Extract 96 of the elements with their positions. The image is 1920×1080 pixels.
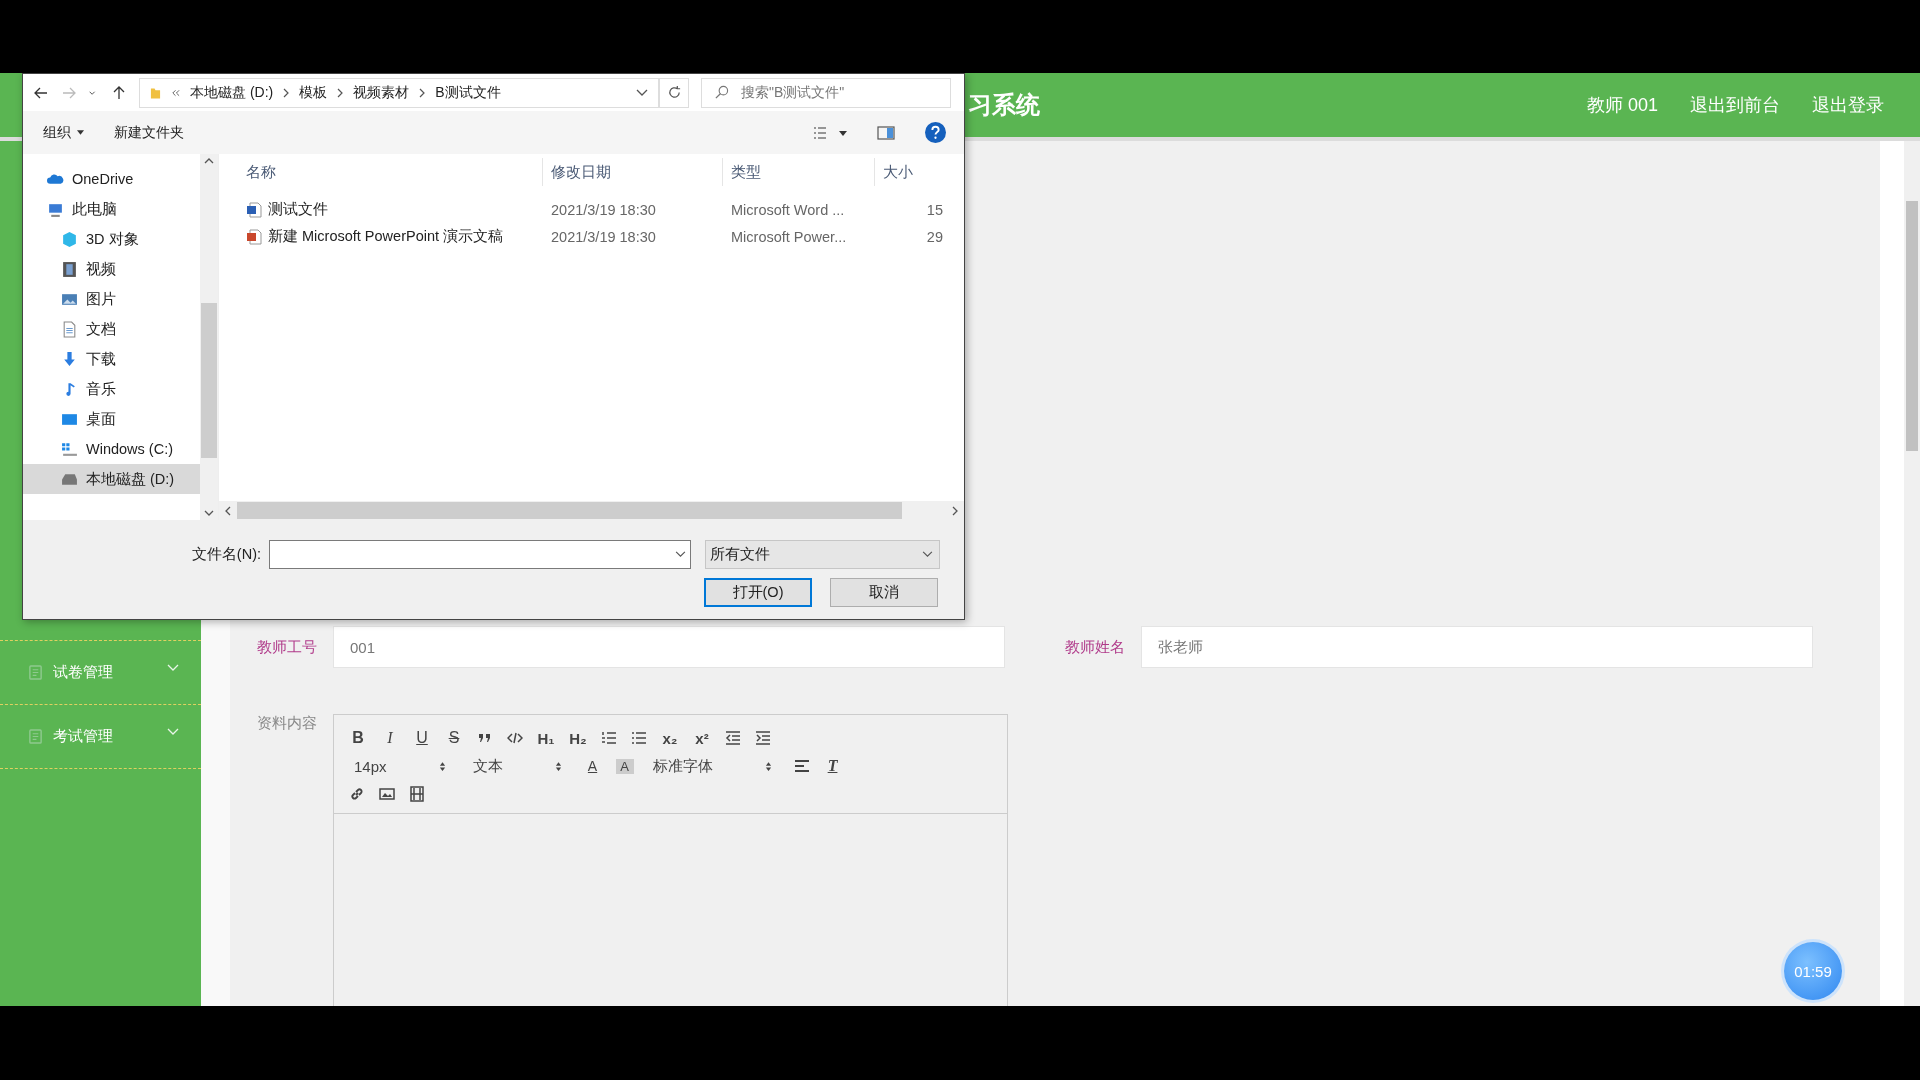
chevron-right-icon	[337, 87, 344, 98]
outdent-icon[interactable]	[725, 730, 741, 746]
column-header[interactable]: 大小	[875, 158, 947, 186]
document-icon	[61, 320, 78, 338]
document-icon	[246, 228, 262, 245]
sort-arrows-icon	[554, 760, 562, 772]
breadcrumb-item[interactable]: 视频素材	[353, 83, 410, 102]
chevron-right-icon	[283, 87, 290, 98]
tree-item[interactable]: 3D 对象	[23, 224, 200, 254]
file-name-field[interactable]	[269, 540, 691, 569]
document-icon	[28, 665, 43, 680]
tree-item[interactable]: 此电脑	[23, 194, 200, 224]
scrollbar[interactable]	[219, 501, 964, 520]
tree-item[interactable]: 文档	[23, 314, 200, 344]
input-field[interactable]: 张老师	[1141, 626, 1813, 668]
drive-icon	[61, 440, 78, 458]
address-bar[interactable]: 本地磁盘 (D:) 模板 视频素材 B测试文件	[139, 77, 659, 108]
scrollbar[interactable]	[1880, 141, 1920, 1006]
toolbar-button[interactable]: 新建文件夹	[114, 123, 184, 142]
double-chevron-icon	[171, 88, 180, 97]
refresh-icon	[666, 85, 682, 100]
breadcrumb-item[interactable]: B测试文件	[435, 83, 501, 102]
chevron-down-icon	[922, 551, 933, 558]
tree-item[interactable]: 图片	[23, 284, 200, 314]
dialog-button[interactable]: 打开(O)	[704, 578, 812, 607]
link-icon[interactable]	[349, 786, 365, 802]
tree-item[interactable]: 桌面	[23, 404, 200, 434]
chevron-icon	[167, 663, 179, 672]
document-icon	[28, 729, 43, 744]
dropdown-select[interactable]: 文本	[467, 756, 570, 776]
app-title: 习系统	[968, 90, 1040, 120]
scroll-left-icon[interactable]	[225, 505, 231, 516]
indent-icon[interactable]	[755, 730, 771, 746]
chevron-down-icon[interactable]	[636, 88, 648, 97]
scroll-up-icon[interactable]	[204, 158, 214, 164]
tree-item[interactable]: 本地磁盘 (D:)	[23, 464, 200, 494]
document-icon	[246, 201, 262, 218]
film-icon	[61, 260, 78, 278]
video-icon[interactable]	[409, 786, 425, 802]
font-color-button[interactable]: A	[583, 758, 602, 774]
ol-icon[interactable]	[601, 730, 617, 746]
scrollbar[interactable]	[200, 154, 218, 520]
caret-icon	[77, 130, 84, 135]
script-button[interactable]: x₂	[661, 729, 679, 747]
toolbar-button[interactable]: 组织	[43, 123, 84, 142]
strikethrough-button[interactable]: S	[445, 729, 463, 747]
file-type-dropdown[interactable]: 所有文件	[705, 540, 940, 569]
file-row[interactable]: 新建 Microsoft PowerPoint 演示文稿 2021/3/19 18:30 Microsoft Power... 29	[219, 223, 964, 250]
tree-item[interactable]: Windows (C:)	[23, 434, 200, 464]
heading-button[interactable]: H₂	[569, 729, 587, 747]
search-icon	[714, 85, 729, 100]
refresh-button[interactable]	[659, 77, 689, 108]
tree-item[interactable]: 视频	[23, 254, 200, 284]
sort-arrows-icon	[764, 760, 772, 772]
chevron-down-icon[interactable]	[675, 551, 686, 558]
underline-button[interactable]: U	[413, 729, 431, 747]
cube-icon	[61, 230, 78, 248]
bold-button[interactable]: B	[349, 729, 367, 747]
folder-icon	[150, 85, 161, 100]
sort-arrows-icon	[438, 760, 446, 772]
image-icon[interactable]	[379, 786, 395, 802]
breadcrumb-item[interactable]: 模板	[299, 83, 328, 102]
tree-item[interactable]: OneDrive	[23, 164, 200, 194]
code-icon[interactable]	[507, 730, 523, 746]
column-header[interactable]: 类型	[723, 158, 875, 186]
field-label: 教师工号	[257, 637, 318, 657]
up-arrow-icon[interactable]	[111, 84, 127, 101]
italic-button[interactable]: I	[381, 729, 399, 747]
file-name-label: 文件名(N):	[191, 545, 261, 564]
tree-item[interactable]: 下载	[23, 344, 200, 374]
input-field[interactable]: 001	[333, 626, 1005, 668]
file-row[interactable]: 测试文件 2021/3/19 18:30 Microsoft Word ... 15	[219, 196, 964, 223]
dropdown-select[interactable]: 标准字体	[647, 756, 780, 776]
tree-item[interactable]: 音乐	[23, 374, 200, 404]
view-options-icon[interactable]	[813, 125, 847, 140]
breadcrumb-item[interactable]: 本地磁盘 (D:)	[190, 83, 274, 102]
script-button[interactable]: x²	[693, 729, 711, 747]
ul-icon[interactable]	[631, 730, 647, 746]
background-color-button[interactable]: A	[615, 758, 634, 774]
field-label: 资料内容	[257, 714, 318, 733]
dialog-button[interactable]: 取消	[830, 578, 938, 607]
align-icon[interactable]	[793, 758, 810, 774]
timer-badge: 01:59	[1784, 942, 1842, 1000]
chevron-right-icon	[419, 87, 426, 98]
clear-format-button[interactable]: T	[823, 757, 842, 775]
preview-pane-icon[interactable]	[877, 125, 895, 140]
column-header[interactable]: 名称	[219, 158, 543, 186]
search-field[interactable]: 搜索"B测试文件"	[701, 77, 951, 108]
chevron-icon	[167, 727, 179, 736]
heading-button[interactable]: H₁	[537, 729, 555, 747]
field-label: 教师姓名	[1065, 637, 1126, 657]
scroll-down-icon[interactable]	[204, 510, 214, 516]
help-icon[interactable]	[925, 122, 946, 143]
dropdown-select[interactable]: 14px	[349, 757, 454, 775]
column-header[interactable]: 修改日期	[543, 158, 723, 186]
scroll-right-icon[interactable]	[952, 505, 958, 516]
